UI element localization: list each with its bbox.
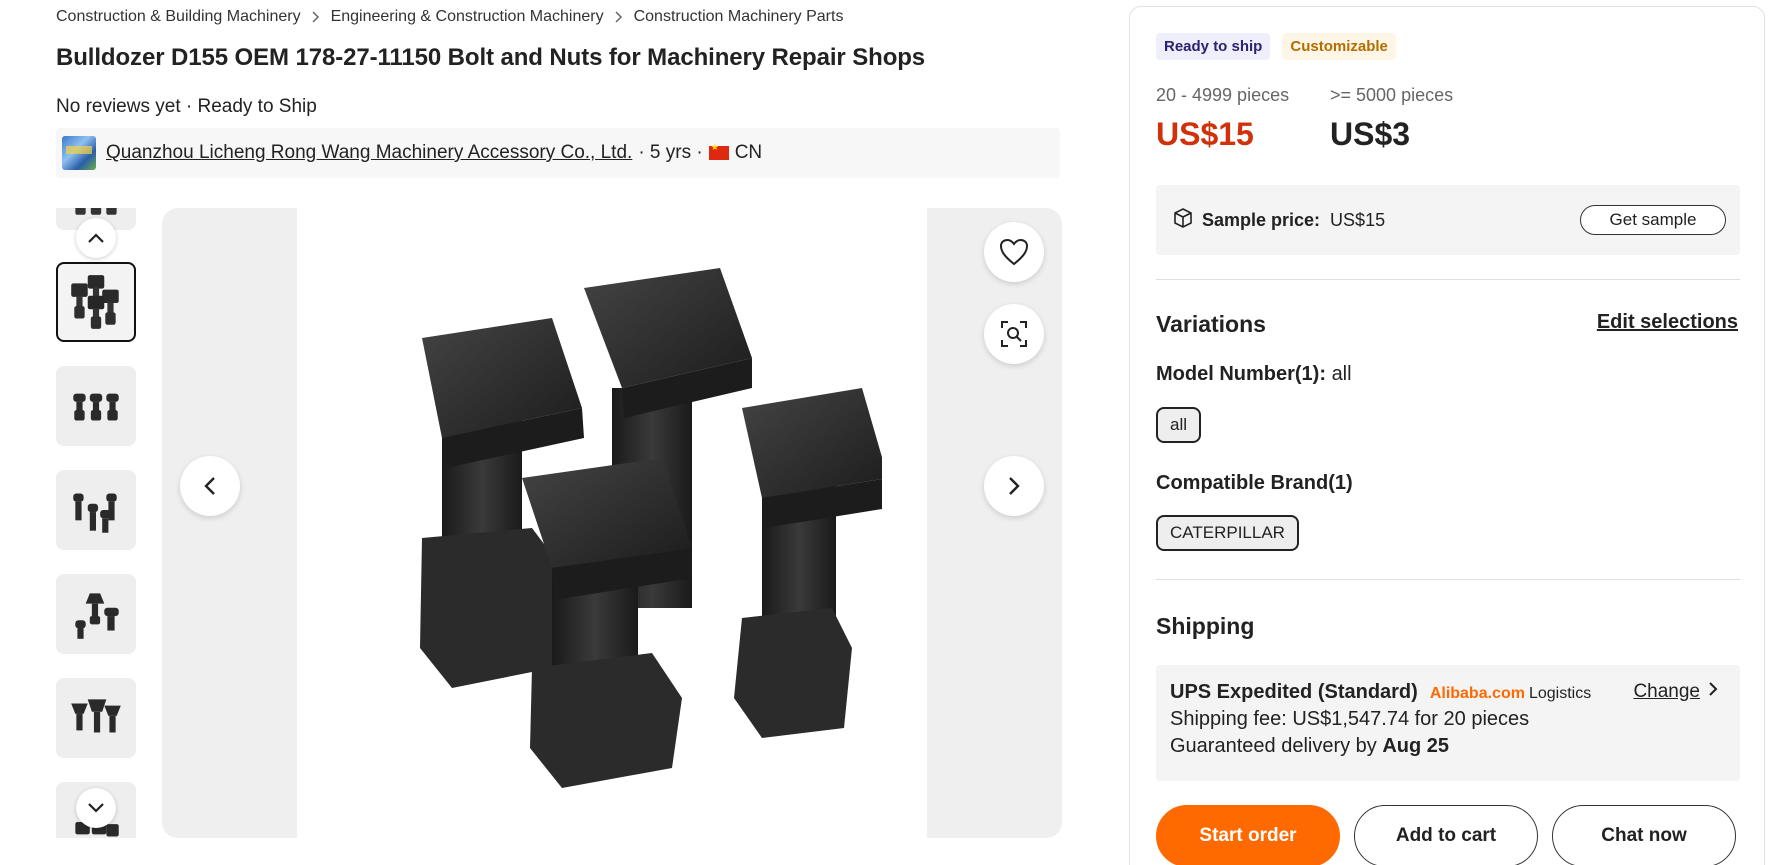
compatible-brand-label: Compatible Brand(1)	[1156, 472, 1353, 494]
chevron-up-icon[interactable]	[76, 218, 116, 258]
tier-range: 20 - 4999 pieces	[1156, 85, 1290, 105]
sample-price-box: Sample price: US$15 Get sample	[1156, 185, 1740, 255]
badges: Ready to ship Customizable	[1156, 33, 1396, 60]
chevron-down-icon[interactable]	[76, 788, 116, 828]
thumbnail[interactable]	[56, 678, 136, 758]
change-shipping-link[interactable]: Change	[1633, 681, 1718, 703]
china-flag-icon	[708, 142, 729, 160]
divider	[1156, 279, 1740, 280]
thumbnail[interactable]	[56, 574, 136, 654]
alibaba-logo: Alibaba.com	[1429, 685, 1525, 702]
delivery-date: Aug 25	[1382, 735, 1450, 757]
price-tier: >= 5000 pieces US$3	[1330, 85, 1453, 153]
product-title: Bulldozer D155 OEM 178-27-11150 Bolt and…	[56, 44, 926, 71]
compatible-brand-chip[interactable]: CATERPILLAR	[1156, 515, 1299, 551]
sample-price-value: US$15	[1330, 209, 1386, 230]
thumbnail[interactable]	[56, 470, 136, 550]
chevron-right-icon	[614, 11, 624, 23]
variations-heading: Variations	[1156, 311, 1266, 337]
model-number-label: Model Number(1):	[1156, 363, 1326, 385]
reviews-status: No reviews yet · Ready to Ship	[56, 96, 317, 117]
divider	[1156, 579, 1740, 580]
model-number-chip[interactable]: all	[1156, 407, 1202, 443]
supplier-logo	[62, 136, 96, 170]
bolts-image	[420, 268, 882, 788]
delivery-prefix: Guaranteed delivery by	[1170, 735, 1377, 757]
package-icon	[1172, 207, 1194, 234]
chevron-left-icon[interactable]	[180, 456, 240, 516]
supplier-years: · 5 yrs ·	[638, 142, 703, 163]
get-sample-button[interactable]: Get sample	[1580, 205, 1726, 235]
thumbnail[interactable]	[56, 366, 136, 446]
breadcrumb-item[interactable]: Construction & Building Machinery	[56, 8, 301, 26]
thumbnail-active[interactable]	[56, 262, 136, 342]
price-tier: 20 - 4999 pieces US$15	[1156, 85, 1289, 153]
chat-now-button[interactable]: Chat now	[1552, 805, 1736, 865]
supplier-country: CN	[734, 142, 763, 163]
delivery-guarantee: Guaranteed delivery by Aug 25	[1170, 735, 1726, 758]
purchase-panel: Ready to ship Customizable 20 - 4999 pie…	[1129, 6, 1765, 865]
shipping-heading: Shipping	[1156, 613, 1255, 639]
chevron-right-icon	[311, 11, 321, 23]
image-search-icon[interactable]	[984, 304, 1044, 364]
model-number-value: all	[1331, 363, 1352, 385]
change-label: Change	[1633, 681, 1700, 702]
supplier-link[interactable]: Quanzhou Licheng Rong Wang Machinery Acc…	[106, 142, 632, 164]
chevron-right-icon[interactable]	[984, 456, 1044, 516]
tier-price: US$3	[1330, 116, 1411, 152]
action-buttons: Start order Add to cart Chat now	[1156, 805, 1736, 865]
shipping-method: UPS Expedited (Standard)	[1170, 681, 1418, 703]
main-product-image[interactable]	[162, 208, 1062, 838]
tier-range: >= 5000 pieces	[1330, 85, 1454, 105]
chevron-right-icon	[1708, 681, 1718, 703]
logistics-label: Logistics	[1528, 685, 1592, 702]
customizable-badge: Customizable	[1282, 33, 1396, 60]
supplier-bar: Quanzhou Licheng Rong Wang Machinery Acc…	[56, 128, 1060, 178]
heart-icon[interactable]	[984, 222, 1044, 282]
sample-price-label: Sample price:	[1202, 209, 1321, 230]
compatible-brand-attr: Compatible Brand(1)	[1156, 472, 1353, 495]
ready-to-ship-badge: Ready to ship	[1156, 33, 1271, 60]
tier-price: US$15	[1156, 116, 1254, 152]
model-number-attr: Model Number(1): all	[1156, 363, 1352, 386]
breadcrumb-item[interactable]: Engineering & Construction Machinery	[331, 8, 604, 26]
breadcrumb: Construction & Building Machinery Engine…	[56, 8, 843, 26]
edit-selections-link[interactable]: Edit selections	[1597, 311, 1738, 334]
breadcrumb-item[interactable]: Construction Machinery Parts	[634, 8, 844, 26]
shipping-box: UPS Expedited (Standard) Alibaba.com Log…	[1156, 665, 1740, 781]
add-to-cart-button[interactable]: Add to cart	[1354, 805, 1538, 865]
shipping-fee: Shipping fee: US$1,547.74 for 20 pieces	[1170, 708, 1530, 730]
start-order-button[interactable]: Start order	[1156, 805, 1340, 865]
thumbnail-strip	[56, 208, 136, 838]
